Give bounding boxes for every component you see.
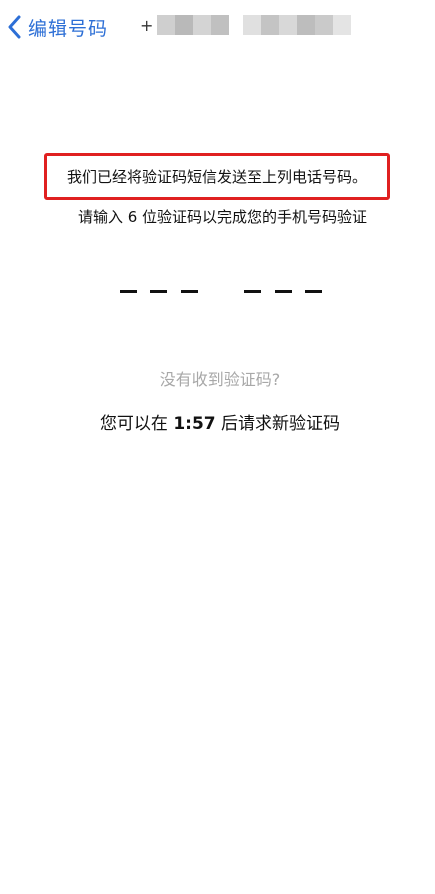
redaction-block: [157, 15, 176, 35]
no-code-link[interactable]: 没有收到验证码?: [0, 366, 435, 390]
redaction-block: [279, 15, 298, 35]
redaction-block: [193, 15, 212, 35]
navigation-bar: 编辑号码 +: [0, 0, 435, 56]
redaction-block: [261, 15, 280, 35]
redacted-phone-number: [157, 15, 352, 35]
code-digit-slot[interactable]: [181, 290, 198, 293]
redaction-block: [175, 15, 194, 35]
redaction-block: [211, 15, 230, 35]
redaction-block: [243, 15, 262, 35]
code-digit-slot[interactable]: [120, 290, 137, 293]
verification-code-input[interactable]: [0, 280, 435, 304]
resend-suffix: 后请求新验证码: [215, 414, 341, 434]
phone-prefix: +: [140, 15, 154, 35]
resend-timer-text: 您可以在 1:57 后请求新验证码: [0, 409, 435, 434]
redaction-block: [297, 15, 316, 35]
countdown-timer: 1:57: [173, 414, 216, 434]
code-digit-slot[interactable]: [305, 290, 322, 293]
resend-prefix: 您可以在: [99, 414, 174, 434]
code-digit-slot[interactable]: [150, 290, 167, 293]
redaction-gap: [229, 15, 243, 35]
redaction-block: [315, 15, 334, 35]
verification-screen: 编辑号码 + 我们已经将验证码短信发送至上列电话号码。 请输入 6 位验证码以完…: [0, 0, 435, 894]
chevron-left-icon: [8, 15, 21, 39]
code-digit-slot[interactable]: [275, 290, 292, 293]
back-button[interactable]: 编辑号码: [8, 8, 108, 46]
code-digit-slot[interactable]: [244, 290, 261, 293]
phone-number-title: +: [140, 13, 352, 37]
back-label: 编辑号码: [28, 17, 109, 40]
instruction-text: 请输入 6 位验证码以完成您的手机号码验证: [77, 208, 368, 226]
sent-message: 我们已经将验证码短信发送至上列电话号码。: [66, 168, 367, 186]
redaction-block: [333, 15, 352, 35]
sent-message-highlight: 我们已经将验证码短信发送至上列电话号码。: [44, 153, 390, 200]
